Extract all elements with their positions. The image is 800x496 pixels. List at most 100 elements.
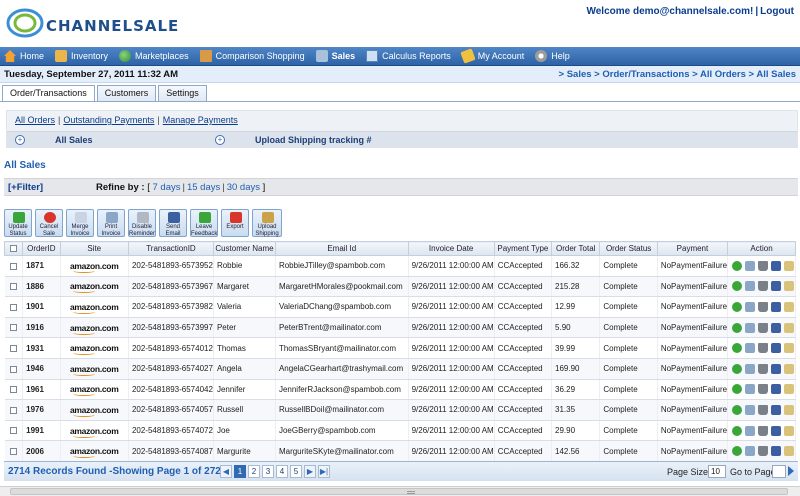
page-1-button[interactable]: 1: [234, 465, 246, 478]
upload-shipping-button[interactable]: Upload Shipping: [252, 209, 282, 237]
table-row[interactable]: 1901 amazon.com 202-5481893-6573982 Valeria…: [4, 296, 796, 318]
row-checkbox[interactable]: [9, 324, 17, 332]
email-icon[interactable]: [771, 363, 782, 374]
nav-marketplaces[interactable]: Marketplaces: [117, 47, 198, 66]
breadcrumb-sales[interactable]: Sales: [567, 69, 592, 80]
row-checkbox[interactable]: [9, 283, 17, 291]
note-icon[interactable]: [784, 425, 795, 436]
table-row[interactable]: 1886 amazon.com 202-5481893-6573967 Margare…: [4, 276, 796, 298]
merge-invoice-button[interactable]: Merge Invoice: [66, 209, 94, 237]
table-row[interactable]: 1931 amazon.com 202-5481893-6574012 Thomas T…: [4, 337, 796, 359]
page-size-select[interactable]: 10: [708, 465, 726, 478]
row-checkbox[interactable]: [9, 365, 17, 373]
col-customer-name[interactable]: Customer Name: [212, 241, 276, 256]
col-site[interactable]: Site: [59, 241, 129, 256]
all-sales-label[interactable]: All Sales: [55, 135, 93, 145]
page-3-button[interactable]: 3: [262, 465, 274, 478]
send-email-button[interactable]: Send Email: [159, 209, 187, 237]
table-row[interactable]: 1976 amazon.com 202-5481893-6574057 Russell…: [4, 399, 796, 421]
refresh-icon[interactable]: [732, 260, 743, 271]
order-id-link[interactable]: 1961: [22, 379, 61, 401]
col-transaction-id[interactable]: TransactionID: [127, 241, 214, 256]
col-invoice-date[interactable]: Invoice Date: [407, 241, 495, 256]
expand-upload-shipping-icon[interactable]: +: [215, 135, 225, 145]
email-icon[interactable]: [771, 301, 782, 312]
leave-feedback-button[interactable]: Leave Feedback: [190, 209, 218, 237]
export-button[interactable]: Export: [221, 209, 249, 237]
note-icon[interactable]: [784, 260, 795, 271]
breadcrumb-all-orders[interactable]: All Orders: [700, 69, 746, 80]
delete-icon[interactable]: [758, 404, 769, 415]
note-icon[interactable]: [784, 281, 795, 292]
nav-my-account[interactable]: My Account: [460, 47, 534, 66]
link-all-orders[interactable]: All Orders: [15, 115, 55, 125]
row-checkbox[interactable]: [9, 448, 17, 456]
delete-icon[interactable]: [758, 384, 769, 395]
order-id-link[interactable]: 1886: [22, 276, 61, 298]
col-payment[interactable]: Payment: [656, 241, 729, 256]
upload-shipping-tracking-label[interactable]: Upload Shipping tracking #: [255, 135, 372, 145]
nav-inventory[interactable]: Inventory: [53, 47, 117, 66]
print-icon[interactable]: [745, 425, 756, 436]
col-order-id[interactable]: OrderID: [22, 241, 61, 256]
email-icon[interactable]: [771, 322, 782, 333]
scrollbar-thumb[interactable]: [10, 488, 788, 495]
refresh-icon[interactable]: [732, 301, 743, 312]
delete-icon[interactable]: [758, 322, 769, 333]
row-checkbox[interactable]: [9, 303, 17, 311]
note-icon[interactable]: [784, 404, 795, 415]
page-4-button[interactable]: 4: [276, 465, 288, 478]
nav-home[interactable]: Home: [2, 47, 53, 66]
row-checkbox-cell[interactable]: [4, 317, 24, 339]
row-checkbox[interactable]: [9, 406, 17, 414]
refine-7-days[interactable]: 7 days: [152, 182, 180, 193]
table-row[interactable]: 1916 amazon.com 202-5481893-6573997 Peter Pe…: [4, 317, 796, 339]
print-icon[interactable]: [745, 322, 756, 333]
go-to-page-input[interactable]: [772, 465, 786, 478]
col-payment-type[interactable]: Payment Type: [493, 241, 553, 256]
table-row[interactable]: 2006 amazon.com 202-5481893-6574087 Marguri…: [4, 440, 796, 462]
print-icon[interactable]: [745, 301, 756, 312]
refine-30-days[interactable]: 30 days: [227, 182, 260, 193]
note-icon[interactable]: [784, 343, 795, 354]
table-row[interactable]: 1946 amazon.com 202-5481893-6574027 Angela A…: [4, 358, 796, 380]
delete-icon[interactable]: [758, 260, 769, 271]
table-row[interactable]: 1961 amazon.com 202-5481893-6574042 Jennife…: [4, 379, 796, 401]
link-manage-payments[interactable]: Manage Payments: [163, 115, 238, 125]
print-icon[interactable]: [745, 404, 756, 415]
select-all-checkbox[interactable]: [10, 245, 18, 253]
row-checkbox-cell[interactable]: [4, 255, 24, 277]
update-status-button[interactable]: Update Status: [4, 209, 32, 237]
order-id-link[interactable]: 1991: [22, 420, 61, 442]
delete-icon[interactable]: [758, 425, 769, 436]
note-icon[interactable]: [784, 363, 795, 374]
email-icon[interactable]: [771, 384, 782, 395]
email-icon[interactable]: [771, 446, 782, 457]
filter-toggle[interactable]: [+Filter]: [8, 182, 43, 193]
tab-customers[interactable]: Customers: [96, 85, 157, 101]
note-icon[interactable]: [784, 301, 795, 312]
nav-comparison-shopping[interactable]: Comparison Shopping: [198, 47, 314, 66]
col-order-status[interactable]: Order Status: [599, 241, 658, 256]
refresh-icon[interactable]: [732, 363, 743, 374]
cancel-sale-button[interactable]: Cancel Sale: [35, 209, 63, 237]
tab-settings[interactable]: Settings: [158, 85, 207, 101]
print-icon[interactable]: [745, 281, 756, 292]
email-icon[interactable]: [771, 281, 782, 292]
print-icon[interactable]: [745, 363, 756, 374]
print-icon[interactable]: [745, 446, 756, 457]
refresh-icon[interactable]: [732, 281, 743, 292]
delete-icon[interactable]: [758, 446, 769, 457]
email-icon[interactable]: [771, 260, 782, 271]
next-page-icon[interactable]: ▶: [304, 465, 316, 478]
delete-icon[interactable]: [758, 363, 769, 374]
order-id-link[interactable]: 2006: [22, 440, 61, 462]
col-order-total[interactable]: Order Total: [551, 241, 601, 256]
row-checkbox[interactable]: [9, 262, 17, 270]
refresh-icon[interactable]: [732, 322, 743, 333]
refresh-icon[interactable]: [732, 446, 743, 457]
note-icon[interactable]: [784, 322, 795, 333]
breadcrumb-all-sales[interactable]: All Sales: [756, 69, 796, 80]
page-2-button[interactable]: 2: [248, 465, 260, 478]
breadcrumb-order-transactions[interactable]: Order/Transactions: [602, 69, 689, 80]
